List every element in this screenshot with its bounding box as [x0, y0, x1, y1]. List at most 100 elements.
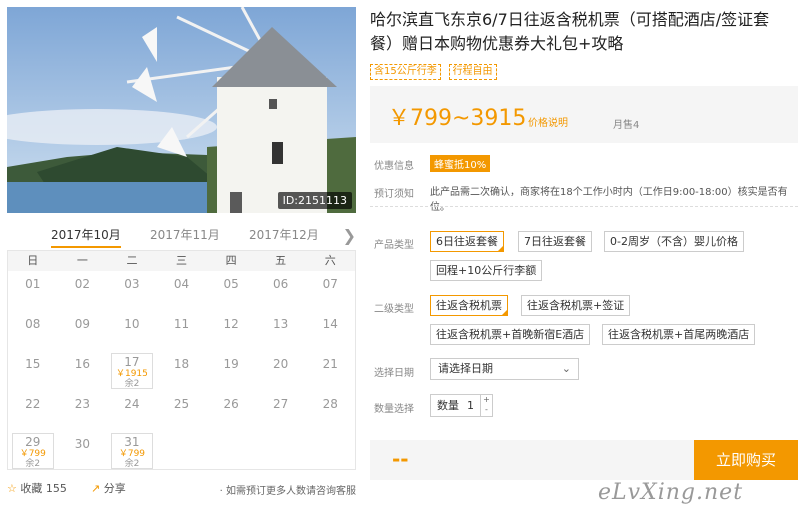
- calendar-day: 04: [157, 271, 207, 311]
- monthly-sales: 月售4: [613, 120, 640, 131]
- site-watermark: eLvXing.net: [598, 480, 744, 505]
- calendar-day: 24: [107, 391, 157, 431]
- calendar-week: 29 ￥799 余2 30 31 ￥799 余2: [8, 431, 355, 471]
- product-tags: 含15公斤行李 行程自由: [370, 63, 501, 80]
- calendar-day: 03: [107, 271, 157, 311]
- option-7day[interactable]: 7日往返套餐: [518, 231, 592, 252]
- day-number: 12: [223, 317, 239, 331]
- calendar-day: [305, 431, 355, 471]
- option-ticket-hotel-two[interactable]: 往返含税机票+首尾两晚酒店: [602, 324, 756, 345]
- tag-luggage: 含15公斤行李: [370, 64, 441, 80]
- day-number: 01: [25, 277, 41, 291]
- calendar-day: [157, 431, 207, 471]
- calendar-day: 02: [58, 271, 108, 311]
- option-ticket[interactable]: 往返含税机票: [430, 295, 508, 316]
- calendar-day: 20: [256, 351, 306, 391]
- calendar-day: 25: [157, 391, 207, 431]
- calendar-week: 08 09 10 11 12 13 14: [8, 311, 355, 351]
- calendar-day: [206, 431, 256, 471]
- day-number: 22: [25, 397, 41, 411]
- calendar-day: 14: [305, 311, 355, 351]
- day-number: 02: [74, 277, 90, 291]
- calendar-day: 07: [305, 271, 355, 311]
- option-infant[interactable]: 0-2周岁（不含）婴儿价格: [604, 231, 744, 252]
- day-number: 15: [25, 357, 41, 371]
- day-number: 26: [223, 397, 239, 411]
- promo-label: 优惠信息: [374, 161, 414, 172]
- day-number: 11: [173, 317, 190, 331]
- calendar-day: 08: [8, 311, 58, 351]
- day-number: 30: [74, 437, 90, 451]
- day-number: 14: [322, 317, 338, 331]
- day-number: 16: [74, 357, 90, 371]
- day-number: 25: [173, 397, 190, 411]
- favorite-count: 155: [45, 482, 67, 495]
- option-return-luggage[interactable]: 回程+10公斤行李额: [430, 260, 543, 281]
- buy-now-button[interactable]: 立即购买: [694, 440, 798, 480]
- favorite-button[interactable]: ☆ 收藏 155: [7, 480, 67, 496]
- weekday-label: 六: [324, 254, 336, 267]
- option-6day[interactable]: 6日往返套餐: [430, 231, 504, 252]
- calendar-day: 11: [157, 311, 207, 351]
- calendar-day: 27: [256, 391, 306, 431]
- calendar-day: 01: [8, 271, 58, 311]
- calendar-week: 22 23 24 25 26 27 28: [8, 391, 355, 431]
- calendar-day: 10: [107, 311, 157, 351]
- day-highlight: [111, 353, 153, 389]
- weekday-label: 一: [76, 254, 88, 267]
- day-number: 24: [124, 397, 140, 411]
- calendar-grid: 01 02 03 04 05 06 07 08 09 10 11 12 13 14 15 16 17 ￥1915 余…: [8, 271, 355, 471]
- price-note-link[interactable]: 价格说明: [528, 114, 568, 129]
- price-range: ￥799~3915: [388, 106, 527, 131]
- total-price: --: [392, 447, 409, 471]
- calendar-day-available[interactable]: 29 ￥799 余2: [8, 431, 58, 471]
- tag-free-trip: 行程自由: [448, 64, 497, 80]
- tab-month-dec[interactable]: 2017年12月: [249, 222, 319, 248]
- stepper-arrows[interactable]: + -: [480, 395, 492, 416]
- tab-month-nov[interactable]: 2017年11月: [150, 222, 220, 248]
- calendar-day-available[interactable]: 31 ￥799 余2: [107, 431, 157, 471]
- tab-month-oct[interactable]: 2017年10月: [51, 222, 121, 248]
- chevron-down-icon: ⌄: [561, 362, 571, 375]
- calendar-day: 23: [58, 391, 108, 431]
- star-icon: ☆: [7, 482, 17, 495]
- calendar-day-available[interactable]: 17 ￥1915 余2: [107, 351, 157, 391]
- quantity-label: 数量选择: [374, 404, 414, 415]
- share-button[interactable]: ↗ 分享: [91, 480, 126, 496]
- action-bar: ☆ 收藏 155 ↗ 分享 · 如需预订更多人数请咨询客服: [7, 478, 356, 498]
- sub-type-label: 二级类型: [374, 304, 414, 315]
- day-highlight: [12, 433, 54, 469]
- calendar-day: 21: [305, 351, 355, 391]
- weekday-label: 日: [27, 254, 39, 267]
- day-number: 07: [322, 277, 338, 291]
- option-ticket-visa[interactable]: 往返含税机票+签证: [521, 295, 631, 316]
- weekday-label: 五: [275, 254, 287, 267]
- chevron-right-icon[interactable]: ❯: [343, 226, 356, 245]
- photo-id-label: ID:2151113: [277, 192, 352, 209]
- calendar-week: 15 16 17 ￥1915 余2 18 19 20 21: [8, 351, 355, 391]
- date-placeholder: 请选择日期: [438, 362, 493, 375]
- day-number: 21: [322, 357, 338, 371]
- calendar-day: 28: [305, 391, 355, 431]
- price-box: ￥799~3915 价格说明 月售4: [370, 86, 798, 143]
- day-number: 06: [273, 277, 289, 291]
- day-number: 27: [273, 397, 289, 411]
- quantity-stepper[interactable]: 数量 1 + -: [430, 394, 493, 417]
- quantity-value[interactable]: 1: [467, 395, 474, 416]
- calendar-day: 06: [256, 271, 306, 311]
- date-select[interactable]: 请选择日期 ⌄: [430, 358, 579, 380]
- option-ticket-hotel-first[interactable]: 往返含税机票+首晚新宿E酒店: [430, 324, 591, 345]
- notice-text: 此产品需二次确认，商家将在18个工作小时内（工作日9:00-18:00）核实是否…: [430, 187, 788, 213]
- buy-bar: -- 立即购买: [370, 440, 798, 480]
- weekday-label: 三: [176, 254, 188, 267]
- calendar-day: [256, 431, 306, 471]
- calendar-day: 16: [58, 351, 108, 391]
- day-number: 20: [273, 357, 289, 371]
- day-number: 19: [223, 357, 239, 371]
- product-type-label: 产品类型: [374, 240, 414, 251]
- consult-note: · 如需预订更多人数请咨询客服: [219, 486, 356, 497]
- day-number: 13: [273, 317, 289, 331]
- weekday-label: 四: [225, 254, 237, 267]
- day-number: 23: [74, 397, 90, 411]
- day-number: 28: [322, 397, 338, 411]
